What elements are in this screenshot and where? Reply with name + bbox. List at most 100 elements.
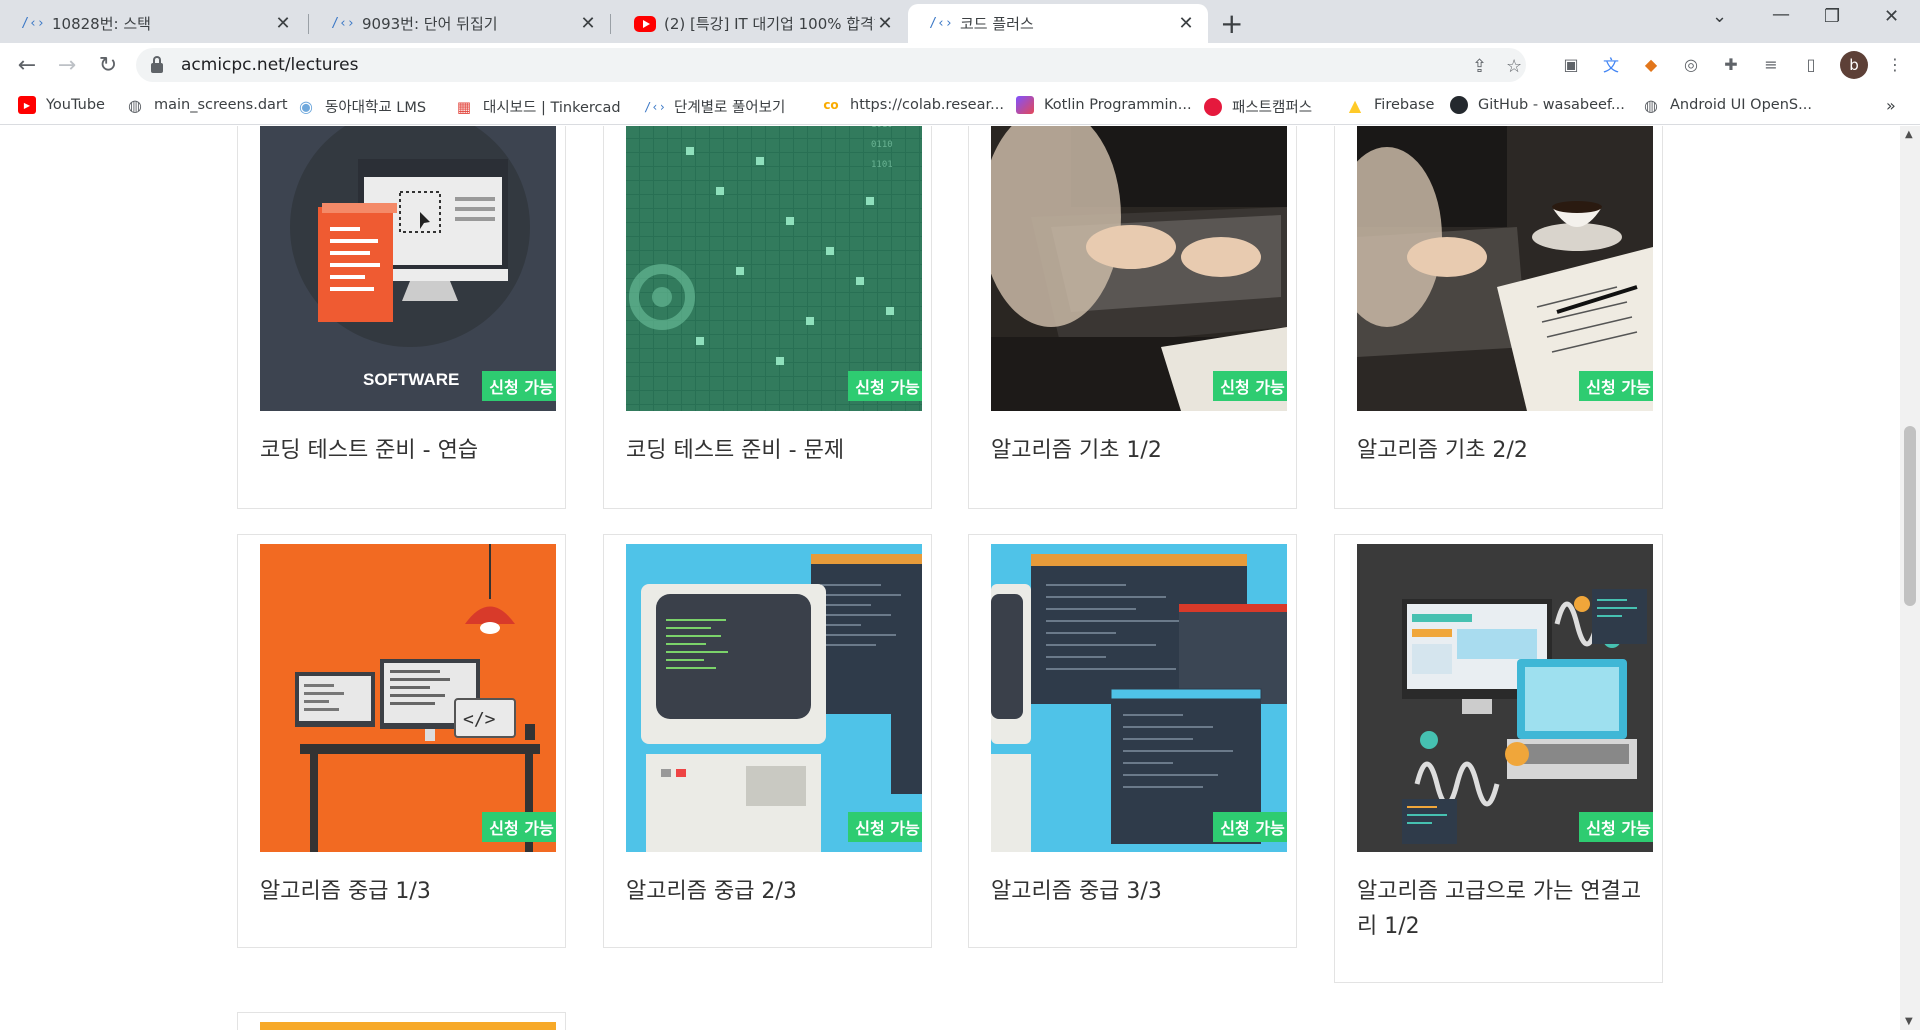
bookmark-tinkercad[interactable]: ▦ 대시보드 | Tinkercad (455, 96, 621, 117)
lecture-title[interactable]: 코딩 테스트 준비 - 연습 (260, 433, 545, 468)
menu-icon[interactable]: ⋮ (1884, 53, 1906, 75)
lecture-card[interactable]: SOFTWARE 신청 가능! 코딩 테스트 준비 - 연습 (237, 126, 566, 509)
url-text[interactable]: acmicpc.net/lectures (181, 55, 358, 75)
bookmark-label: Kotlin Programmin... (1044, 97, 1192, 113)
close-icon[interactable]: ✕ (578, 13, 598, 34)
lecture-card[interactable] (237, 1012, 566, 1030)
tab-title: (2) [특강] IT 대기업 100% 합격하 (664, 15, 875, 33)
translate-icon[interactable]: 文 (1600, 53, 1622, 75)
close-icon[interactable]: ✕ (273, 13, 293, 34)
lecture-card[interactable]: 신청 가능! 알고리즘 중급 2/3 (603, 534, 932, 948)
extensions-icon[interactable]: ✚ (1720, 53, 1742, 75)
lecture-thumbnail-orange-desk[interactable]: </> 신청 가능! (260, 544, 556, 852)
bookmark-label: Android UI OpenS... (1670, 97, 1812, 113)
tab-2[interactable]: /‹› 9093번: 단어 뒤집기 ✕ (310, 4, 610, 43)
lecture-title[interactable]: 코딩 테스트 준비 - 문제 (626, 433, 911, 468)
close-icon[interactable]: ✕ (875, 13, 895, 34)
tab-separator (610, 14, 611, 34)
scroll-up-icon[interactable]: ▲ (1905, 129, 1913, 140)
bookmark-colab[interactable]: co https://colab.resear... (822, 96, 1004, 114)
new-tab-button[interactable]: + (1220, 7, 1243, 40)
lecture-thumbnail[interactable] (260, 1022, 556, 1030)
lecture-card[interactable]: 신청 가능! 알고리즘 기초 2/2 (1334, 126, 1663, 509)
lecture-card[interactable]: 신청 가능! 알고리즘 중급 3/3 (968, 534, 1297, 948)
window-close-icon[interactable]: ✕ (1884, 6, 1899, 27)
lecture-thumbnail-retro-computer[interactable]: 신청 가능! (626, 544, 922, 852)
lecture-card[interactable]: 신청 가능! 알고리즘 고급으로 가는 연결고리 1/2 (1334, 534, 1663, 983)
scroll-down-icon[interactable]: ▼ (1905, 1016, 1913, 1027)
tab-title: 9093번: 단어 뒤집기 (362, 15, 498, 33)
svg-text:1101: 1101 (871, 160, 893, 170)
bookmark-label: 단계별로 풀어보기 (674, 100, 786, 116)
forward-icon[interactable]: → (53, 51, 81, 79)
lecture-thumbnail-devices[interactable]: 신청 가능! (1357, 544, 1653, 852)
lecture-thumbnail-code-windows[interactable]: 신청 가능! (991, 544, 1287, 852)
lecture-thumbnail-laptop-typing[interactable]: 신청 가능! (991, 126, 1287, 411)
bookmark-label: GitHub - wasabeef... (1478, 97, 1625, 113)
lecture-title[interactable]: 알고리즘 중급 2/3 (626, 874, 911, 909)
code-icon: /‹› (21, 16, 45, 31)
tab-title: 코드 플러스 (960, 15, 1034, 33)
lecture-thumbnail-circuit[interactable]: 1010 0110 1101 신청 가능! (626, 126, 922, 411)
globe-icon: ◍ (1644, 95, 1658, 115)
bookmark-label: 대시보드 | Tinkercad (483, 100, 621, 116)
bookmark-label: https://colab.resear... (850, 97, 1004, 113)
page-scrollbar[interactable]: ▲ ▼ (1900, 126, 1920, 1030)
tab-4-active[interactable]: /‹› 코드 플러스 ✕ (908, 4, 1208, 43)
software-image-text: SOFTWARE (363, 370, 459, 389)
bookmark-firebase[interactable]: ▲ Firebase (1346, 96, 1435, 115)
kotlin-icon (1016, 96, 1034, 114)
side-panel-icon[interactable]: ▯ (1800, 53, 1822, 75)
address-bar[interactable]: acmicpc.net/lectures ⇪ ☆ (136, 48, 1526, 82)
tinkercad-icon: ▦ (456, 97, 472, 116)
profile-avatar[interactable]: b (1840, 51, 1868, 79)
minimize-icon[interactable]: — (1772, 4, 1790, 25)
lock-icon[interactable] (151, 56, 163, 73)
lecture-title[interactable]: 알고리즘 중급 3/3 (991, 874, 1276, 909)
bookmark-label: main_screens.dart (154, 97, 288, 113)
bookmark-kotlin[interactable]: Kotlin Programmin... (1016, 96, 1192, 114)
tab-1[interactable]: /‹› 10828번: 스택 ✕ (0, 4, 305, 43)
globe-icon[interactable]: ◎ (1680, 53, 1702, 75)
lecture-card[interactable]: 신청 가능! 알고리즘 기초 1/2 (968, 126, 1297, 509)
bookmark-main-screens[interactable]: ◍ main_screens.dart (126, 96, 288, 115)
bookmark-label: YouTube (46, 97, 105, 113)
status-badge: 신청 가능! (848, 371, 922, 401)
reading-list-icon[interactable]: ≡ (1760, 53, 1782, 75)
more-bookmarks-icon[interactable]: » (1886, 96, 1896, 115)
share-icon[interactable]: ⇪ (1472, 56, 1487, 77)
lecture-card[interactable]: 1010 0110 1101 신청 가능! 코딩 테스트 준비 - 문제 (603, 126, 932, 509)
tab-search-icon[interactable]: ⌄ (1712, 6, 1727, 27)
lecture-card[interactable]: </> 신청 가능! 알고리즘 중급 1/3 (237, 534, 566, 948)
scrollbar-thumb[interactable] (1904, 426, 1916, 606)
code-icon: /‹› (331, 16, 355, 31)
code-icon: /‹› (929, 16, 953, 31)
lecture-thumbnail-software[interactable]: SOFTWARE 신청 가능! (260, 126, 556, 411)
restore-icon[interactable]: ❐ (1824, 6, 1840, 27)
status-badge: 신청 가능! (482, 812, 556, 842)
colab-icon: co (823, 98, 839, 112)
lecture-title[interactable]: 알고리즘 고급으로 가는 연결고리 1/2 (1357, 874, 1642, 944)
lecture-title[interactable]: 알고리즘 중급 1/3 (260, 874, 545, 909)
tab-3[interactable]: (2) [특강] IT 대기업 100% 합격하 ✕ (612, 4, 907, 43)
lecture-title[interactable]: 알고리즘 기초 2/2 (1357, 433, 1642, 468)
close-icon[interactable]: ✕ (1176, 13, 1196, 34)
lecture-title[interactable]: 알고리즘 기초 1/2 (991, 433, 1276, 468)
bookmark-android-ui[interactable]: ◍ Android UI OpenS... (1642, 95, 1812, 115)
cast-icon[interactable]: ▣ (1560, 53, 1582, 75)
metamask-icon[interactable]: ◆ (1640, 53, 1662, 75)
bookmark-github[interactable]: GitHub - wasabeef... (1450, 96, 1625, 114)
bookmark-lms[interactable]: ◉ 동아대학교 LMS (297, 96, 426, 117)
bookmark-youtube[interactable]: ▶ YouTube (18, 96, 105, 114)
lecture-thumbnail-laptop-coffee[interactable]: 신청 가능! (1357, 126, 1653, 411)
back-icon[interactable]: ← (13, 51, 41, 79)
youtube-icon (634, 15, 656, 32)
tab-separator (308, 14, 309, 34)
bookmark-label: 패스트캠퍼스 (1232, 100, 1313, 116)
fastcampus-icon (1204, 97, 1222, 116)
bookmark-star-icon[interactable]: ☆ (1506, 56, 1522, 77)
bookmark-fastcampus[interactable]: 패스트캠퍼스 (1204, 96, 1312, 117)
reload-icon[interactable]: ↻ (94, 51, 122, 79)
bookmark-step-by-step[interactable]: /‹› 단계별로 풀어보기 (644, 96, 786, 117)
status-badge: 신청 가능! (1579, 812, 1653, 842)
